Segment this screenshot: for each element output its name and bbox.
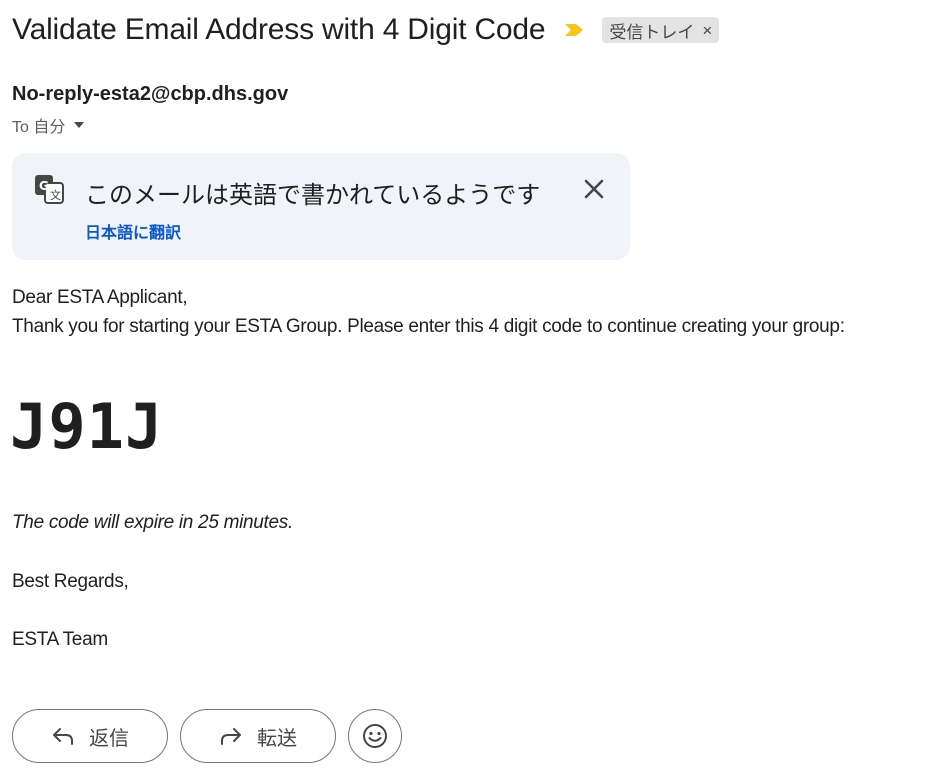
label-chip-inbox: 受信トレイ × (602, 17, 720, 43)
caret-down-icon (74, 122, 85, 128)
translation-banner: G 文 このメールは英語で書かれているようです 日本語に翻訳 (12, 153, 630, 260)
reply-icon (53, 728, 73, 745)
intro-text: Thank you for starting your ESTA Group. … (12, 316, 845, 337)
svg-text:文: 文 (50, 188, 61, 202)
forward-icon (221, 728, 241, 745)
remove-label-button[interactable]: × (702, 22, 712, 39)
message-actions: 返信 転送 (12, 709, 402, 763)
label-chip-text: 受信トレイ (609, 22, 695, 42)
recipient-details-toggle[interactable]: To 自分 (12, 113, 85, 137)
translation-message: このメールは英語で書かれているようです (85, 182, 541, 209)
greeting-text: Dear ESTA Applicant, (12, 287, 188, 308)
sender-address: No-reply-esta2@cbp.dhs.gov (12, 83, 289, 105)
svg-text:G: G (39, 179, 49, 193)
importance-marker-icon[interactable] (563, 22, 585, 38)
emoji-icon (363, 724, 387, 748)
forward-label: 転送 (257, 727, 297, 750)
signature-text: ESTA Team (12, 629, 108, 650)
forward-button[interactable]: 転送 (180, 709, 336, 763)
recipient-label: To 自分 (12, 119, 66, 136)
emoji-reaction-button[interactable] (348, 709, 402, 763)
close-icon[interactable] (580, 175, 608, 203)
verification-code: J91J (10, 390, 164, 463)
email-subject: Validate Email Address with 4 Digit Code (12, 13, 546, 46)
reply-label: 返信 (89, 727, 129, 750)
translate-to-japanese-link[interactable]: 日本語に翻訳 (85, 219, 181, 243)
reply-button[interactable]: 返信 (12, 709, 168, 763)
translate-icon: G 文 (35, 175, 64, 204)
expiry-text: The code will expire in 25 minutes. (12, 512, 293, 533)
regards-text: Best Regards, (12, 571, 129, 592)
subject-row: Validate Email Address with 4 Digit Code… (12, 8, 720, 52)
